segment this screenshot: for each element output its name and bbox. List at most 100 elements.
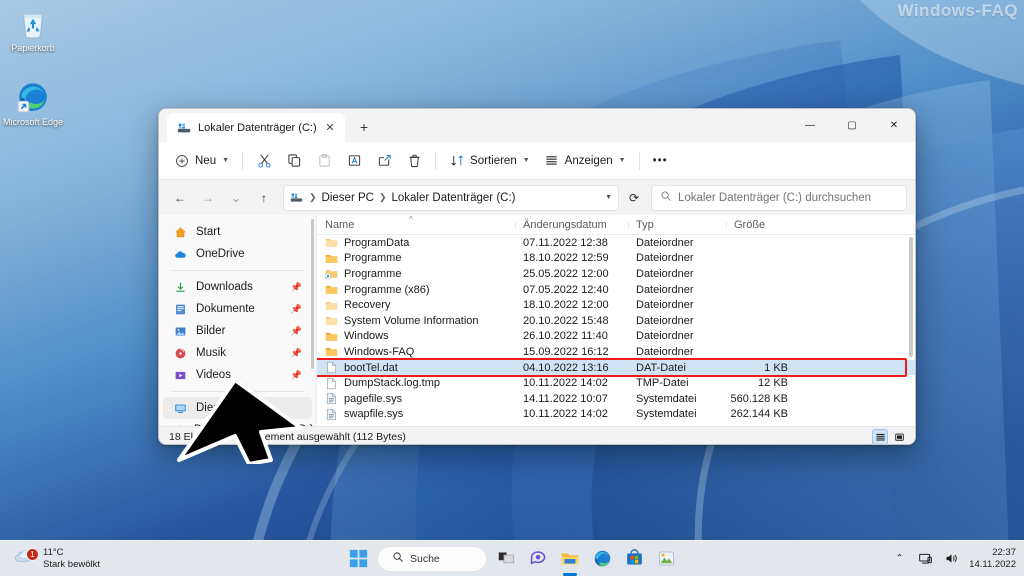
column-header-size[interactable]: Größe [726, 219, 798, 231]
pin-icon[interactable]: 📌 [291, 282, 302, 293]
microsoft-store-icon[interactable] [621, 546, 647, 572]
delete-button[interactable] [399, 147, 429, 175]
sidebar-item-musik[interactable]: Musik 📌 [159, 342, 316, 364]
file-name-cell: DumpStack.log.tmp [317, 377, 515, 390]
table-row[interactable]: System Volume Information 20.10.2022 15:4… [317, 313, 915, 329]
breadcrumb-separator: ❯ [309, 192, 317, 202]
table-row[interactable]: pagefile.sys 14.11.2022 10:07 Systemdatei 5… [317, 391, 915, 407]
table-row[interactable]: ProgramData 07.11.2022 12:38 Dateiordner [317, 235, 915, 251]
volume-icon[interactable] [943, 550, 960, 567]
new-tab-button[interactable]: + [351, 114, 377, 140]
rename-button[interactable] [339, 147, 369, 175]
file-explorer-icon[interactable] [557, 546, 583, 572]
paste-icon [316, 153, 332, 169]
table-row[interactable]: Programme (x86) 07.05.2022 12:40 Dateiordn… [317, 282, 915, 298]
system-file-icon [325, 392, 338, 405]
minimize-button[interactable]: — [789, 109, 831, 141]
share-button[interactable] [369, 147, 399, 175]
search-box[interactable] [651, 184, 907, 211]
trash-icon [406, 153, 422, 169]
sort-button-label: Sortieren [470, 154, 517, 167]
sidebar-item-bilder[interactable]: Bilder 📌 [159, 320, 316, 342]
photos-icon[interactable] [653, 546, 679, 572]
command-bar: Neu ▼ Sortieren ▼ Anzeigen ▼ ••• [159, 142, 915, 180]
view-icon [544, 153, 560, 169]
search-input[interactable] [678, 191, 898, 204]
start-button[interactable] [345, 546, 371, 572]
table-row[interactable]: swapfile.sys 10.11.2022 14:02 Systemdatei 2… [317, 407, 915, 423]
table-row[interactable]: Windows 26.10.2022 11:40 Dateiordner [317, 329, 915, 345]
table-row[interactable]: Recovery 18.10.2022 12:00 Dateiordner [317, 297, 915, 313]
new-button[interactable]: Neu ▼ [167, 147, 236, 175]
sidebar-item-downloads[interactable]: Downloads 📌 [159, 276, 316, 298]
title-bar: Lokaler Datenträger (C:) ✕ + — ▢ ✕ [159, 109, 915, 142]
up-button[interactable]: ↑ [251, 185, 277, 211]
maximize-button[interactable]: ▢ [831, 109, 873, 141]
table-row[interactable]: Programme 18.10.2022 12:59 Dateiordner [317, 251, 915, 267]
sort-button[interactable]: Sortieren ▼ [442, 147, 537, 175]
clock[interactable]: 22:37 14.11.2022 [969, 547, 1016, 571]
recent-locations-button[interactable]: ⌄ [223, 185, 249, 211]
file-name-cell: Windows [317, 330, 515, 343]
view-toggle-group [872, 427, 907, 444]
chevron-down-icon[interactable]: ▼ [605, 194, 612, 201]
sidebar-item-onedrive[interactable]: OneDrive [159, 243, 316, 265]
column-header-type[interactable]: Typ [628, 219, 726, 231]
file-name-cell: Recovery [317, 299, 515, 312]
copy-button[interactable] [279, 147, 309, 175]
new-button-label: Neu [195, 154, 217, 167]
file-name-text: Recovery [344, 299, 391, 312]
file-name-text: Programme (x86) [344, 283, 430, 296]
column-header-row: Name Änderungsdatum Typ Größe ^ [317, 215, 915, 235]
large-icons-view-button[interactable] [891, 429, 907, 444]
sidebar-item-dokumente[interactable]: Dokumente 📌 [159, 298, 316, 320]
table-row[interactable]: bootTel.dat 04.10.2022 13:16 DAT-Datei 1 KB [317, 359, 915, 376]
close-tab-icon[interactable]: ✕ [321, 119, 339, 137]
documents-icon [173, 302, 188, 317]
file-date-cell: 15.09.2022 16:12 [523, 345, 609, 358]
column-header-date[interactable]: Änderungsdatum [515, 219, 628, 231]
task-view-icon[interactable] [493, 546, 519, 572]
pin-icon[interactable]: 📌 [291, 326, 302, 337]
chat-icon[interactable] [525, 546, 551, 572]
taskbar: 1 11°C Stark bewölkt Suche ⌃ 22:37 14.11… [0, 540, 1024, 576]
table-row[interactable]: Windows-FAQ 15.09.2022 16:12 Dateiordner [317, 344, 915, 360]
taskbar-search-button[interactable]: Suche [377, 545, 487, 572]
edge-icon[interactable] [589, 546, 615, 572]
navigation-scrollbar[interactable] [311, 219, 314, 369]
copy-icon [286, 153, 302, 169]
refresh-button[interactable]: ⟳ [621, 185, 647, 211]
file-type-cell: Dateiordner [636, 314, 694, 327]
cut-button[interactable] [249, 147, 279, 175]
back-button[interactable]: ← [167, 185, 193, 211]
file-rows: ProgramData 07.11.2022 12:38 Dateiordner Pr… [317, 235, 915, 422]
desktop-icon-microsoft-edge[interactable]: Microsoft Edge [0, 80, 66, 128]
table-row[interactable]: DumpStack.log.tmp 10.11.2022 14:02 TMP-Dat… [317, 375, 915, 391]
file-icon [325, 361, 338, 374]
column-header-name[interactable]: Name [317, 219, 515, 231]
file-type-cell: Dateiordner [636, 236, 694, 249]
file-name-cell: Programme [317, 267, 515, 280]
view-button[interactable]: Anzeigen ▼ [537, 147, 633, 175]
system-tray: ⌃ 22:37 14.11.2022 [891, 547, 1016, 571]
file-name-cell: Windows-FAQ [317, 345, 515, 358]
desktop-icon-recycle-bin[interactable]: Papierkorb [0, 6, 66, 54]
file-list-scrollbar[interactable] [909, 237, 913, 357]
pin-icon[interactable]: 📌 [291, 348, 302, 359]
music-icon [173, 346, 188, 361]
folder-hidden-icon [325, 299, 338, 312]
pin-icon[interactable]: 📌 [291, 304, 302, 315]
table-row[interactable]: Programme 25.05.2022 12:00 Dateiordner [317, 266, 915, 282]
breadcrumb[interactable]: ❯ Dieser PC ❯ Lokaler Datenträger (C:) ▼ [283, 184, 619, 211]
chevron-down-icon: ▼ [618, 157, 626, 164]
tab-lokaler-datentraeger[interactable]: Lokaler Datenträger (C:) ✕ [167, 113, 345, 142]
breadcrumb-item-dieser-pc[interactable]: Dieser PC [322, 192, 374, 204]
breadcrumb-item-lokaler-datentraeger[interactable]: Lokaler Datenträger (C:) [392, 192, 516, 204]
more-options-button[interactable]: ••• [646, 147, 675, 175]
close-button[interactable]: ✕ [873, 109, 915, 141]
network-icon[interactable] [917, 550, 934, 567]
file-date-cell: 14.11.2022 10:07 [523, 392, 608, 405]
sidebar-item-start[interactable]: Start [159, 221, 316, 243]
chevron-up-icon[interactable]: ⌃ [891, 550, 908, 567]
details-view-button[interactable] [872, 429, 888, 444]
